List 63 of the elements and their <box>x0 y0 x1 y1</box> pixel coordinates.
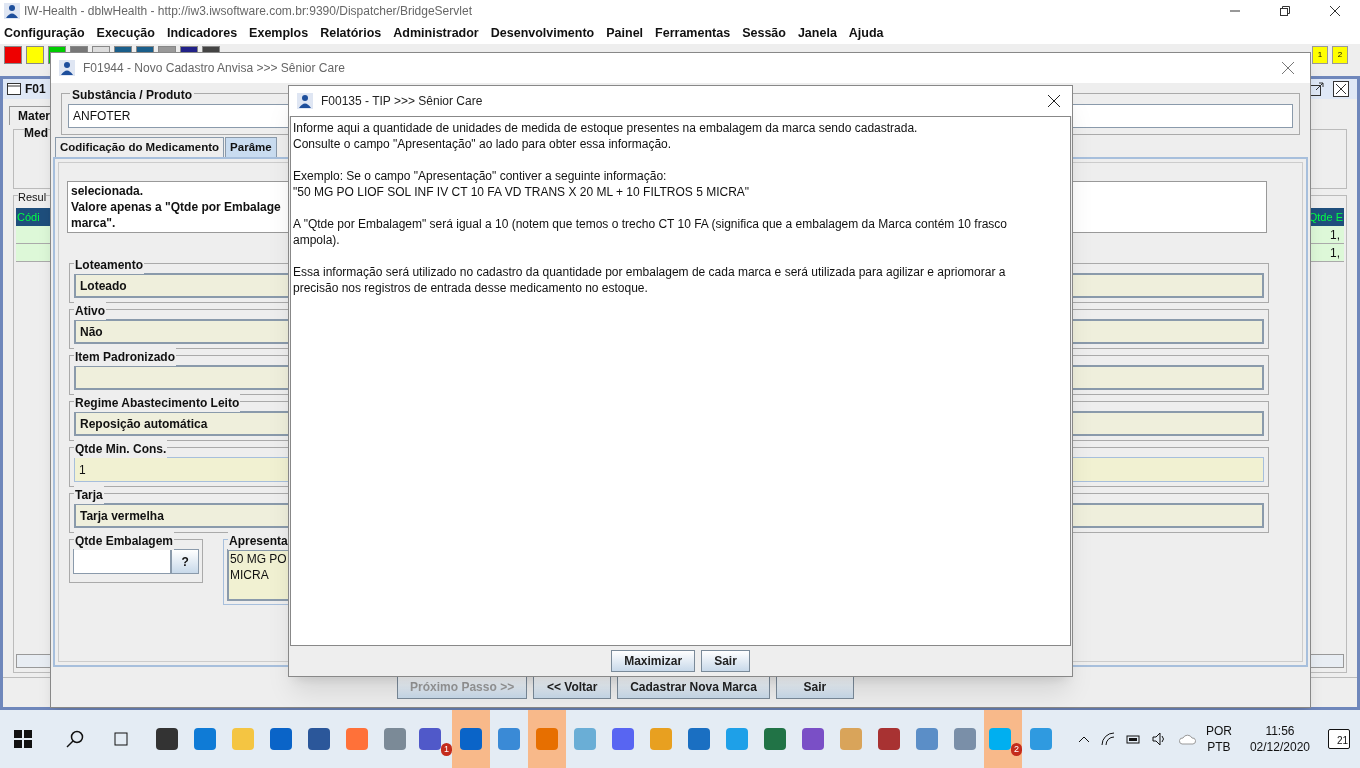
field-label: Qtde Embalagem <box>74 532 175 550</box>
menu-item[interactable]: Desenvolvimento <box>490 23 595 43</box>
close-icon[interactable] <box>1330 6 1340 16</box>
cloud-icon[interactable] <box>1177 733 1196 745</box>
toolbar-icon[interactable] <box>26 46 44 64</box>
menu-item[interactable]: Sessão <box>742 23 786 43</box>
menu-item[interactable]: Indicadores <box>166 23 238 43</box>
table-cell-text: 1, <box>1329 245 1341 261</box>
app-logo-icon <box>4 3 20 19</box>
dialog-title: F00135 - TIP >>> Sênior Care <box>321 93 483 110</box>
field-label: Qtde Min. Cons. <box>74 440 168 458</box>
window-switch-button[interactable]: 2 <box>1332 46 1348 64</box>
window-switch-button[interactable]: 1 <box>1312 46 1328 64</box>
task-view-icon[interactable] <box>112 730 130 748</box>
button[interactable]: Maximizar <box>611 650 696 672</box>
button[interactable]: Sair <box>701 650 750 672</box>
table-cell-text: 1, <box>1329 227 1341 243</box>
search-icon[interactable] <box>66 730 84 748</box>
field-label: Item Padronizado <box>74 348 176 366</box>
wifi-icon[interactable] <box>1099 732 1116 746</box>
menu-item[interactable]: Execução <box>96 23 155 43</box>
menu-item[interactable]: Ferramentas <box>655 23 731 43</box>
tip-paragraph: Informe aqui a quantidade de unidades de medida de estoque presentes na embalagem da marca sendo cadastrada. Consulte o campo "Apresentação" ao lado para obter essa informação. <box>293 120 919 152</box>
button[interactable]: Cadastrar Nova Marca <box>617 675 770 699</box>
input-language[interactable]: POR <box>1205 723 1232 739</box>
window-title: IW-Health - dblwHealth - http://iw3.iwsoftware.com.br:9390/Dispatcher/BridgeServlet <box>24 3 472 20</box>
tip-paragraph: Essa informação será utilizado no cadastro da quantidade por embalagem de cada marca e será utilizada para agilizar e apriomorar a precisão nos registros de entrada desse medicamento no estoque. <box>293 264 1007 296</box>
help-button[interactable]: ? <box>171 549 199 574</box>
notification-badge: 1 <box>441 743 452 756</box>
keyboard-layout[interactable]: PTB <box>1207 739 1231 755</box>
text-field[interactable] <box>73 549 172 574</box>
windows-start-icon[interactable] <box>14 730 32 748</box>
frame-title: F01 <box>25 81 46 98</box>
button[interactable]: Sair <box>775 675 854 699</box>
field-label: Tarja <box>74 486 104 504</box>
close-icon[interactable] <box>1333 81 1349 97</box>
tab[interactable]: Parâme <box>225 137 277 157</box>
field-label: Regime Abastecimento Leito <box>74 394 241 412</box>
menu-item[interactable]: Configuração <box>4 23 85 43</box>
restore-icon[interactable] <box>1280 6 1290 16</box>
window-icon <box>7 83 21 95</box>
menu-item[interactable]: Janela <box>797 23 837 43</box>
field-label: Ativo <box>74 302 106 320</box>
menu-item[interactable]: Exemplos <box>249 23 309 43</box>
dialog-title: F01944 - Novo Cadastro Anvisa >>> Sênior Care <box>83 60 345 77</box>
menu-item[interactable]: Ajuda <box>848 23 884 43</box>
notifications-button[interactable]: 21 <box>1328 729 1350 749</box>
maximize-icon[interactable] <box>1309 81 1325 97</box>
app-logo-icon <box>297 93 313 109</box>
notification-badge: 2 <box>1011 743 1022 756</box>
button[interactable]: << Voltar <box>533 675 612 699</box>
menu-item[interactable]: Painel <box>606 23 644 43</box>
chevron-up-icon[interactable] <box>1077 735 1090 743</box>
clock-time[interactable]: 11:56 <box>1265 723 1295 739</box>
battery-icon[interactable] <box>1125 733 1142 745</box>
app-logo-icon <box>59 60 75 76</box>
close-icon[interactable] <box>1048 95 1060 107</box>
field-label: Apresenta <box>228 532 289 550</box>
menu-item[interactable]: Relatórios <box>320 23 382 43</box>
menu-item[interactable]: Administrador <box>393 23 479 43</box>
column-header[interactable]: Códi <box>16 208 41 226</box>
clock-date[interactable]: 02/12/2020 <box>1249 739 1310 755</box>
tab[interactable]: Codificação do Medicamento <box>55 137 225 157</box>
